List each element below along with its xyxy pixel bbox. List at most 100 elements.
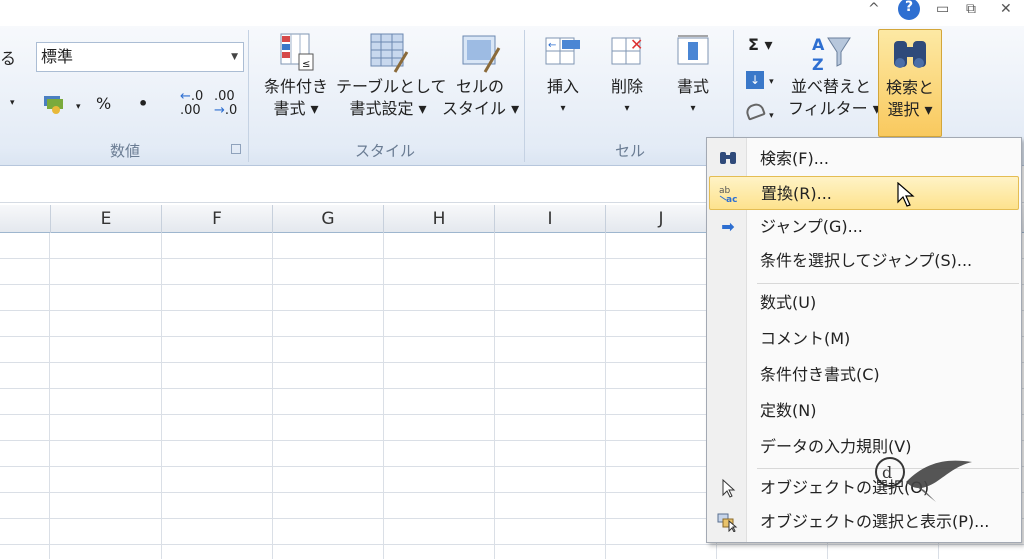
menu-item-label: 条件付き書式(C) xyxy=(760,365,880,384)
group-divider xyxy=(524,30,525,162)
table-style-icon xyxy=(367,32,409,76)
format-cells-icon xyxy=(672,32,714,76)
svg-text:✕: ✕ xyxy=(630,35,643,54)
delete-cells-label: 削除 xyxy=(610,77,643,96)
decrease-decimal-button[interactable]: .00 →.0 xyxy=(214,90,237,118)
format-cells-label: 書式 xyxy=(676,77,709,96)
decrease-decimal-label: .00 xyxy=(214,89,235,104)
accounting-format-button[interactable] xyxy=(42,92,72,116)
cell-styles-label-2: スタイル ▾ xyxy=(442,99,520,118)
number-format-select[interactable]: 標準 ▼ xyxy=(36,42,244,72)
column-header-f[interactable]: F xyxy=(161,205,272,233)
grid-line xyxy=(272,233,273,559)
clear-button[interactable]: ▾ xyxy=(744,101,782,127)
delete-cells-button[interactable]: ✕ 削除 ▾ xyxy=(598,32,656,120)
menu-item-replace[interactable]: ab ac 置換(R)... xyxy=(709,176,1019,210)
percent-button[interactable]: % xyxy=(96,93,111,115)
cell-styles-button[interactable]: セルの スタイル ▾ xyxy=(442,32,520,120)
fill-button[interactable]: ↓ ▾ xyxy=(746,68,782,93)
comma-style-button[interactable]: • xyxy=(138,93,148,115)
insert-cells-button[interactable]: ← 挿入 ▾ xyxy=(534,32,592,120)
column-header-e[interactable]: E xyxy=(50,205,161,233)
eraser-icon xyxy=(744,101,766,121)
format-as-table-label-1: テーブルとして xyxy=(336,77,447,96)
menu-item-label: 置換(R)... xyxy=(761,184,832,203)
binoculars-icon xyxy=(889,33,931,77)
menu-item-formulas[interactable]: 数式(U) xyxy=(709,286,1019,320)
menu-item-conditional-formatting[interactable]: 条件付き書式(C) xyxy=(709,358,1019,392)
format-cells-button[interactable]: 書式 ▾ xyxy=(664,32,722,120)
cell-styles-icon xyxy=(459,32,501,76)
currency-icon xyxy=(44,96,63,114)
number-group-label: 数値 xyxy=(109,142,140,160)
menu-separator xyxy=(757,283,1019,284)
svg-text:←: ← xyxy=(548,40,556,51)
delete-dropdown-icon[interactable]: ▾ xyxy=(598,98,656,120)
number-dialog-launcher-icon[interactable] xyxy=(231,144,241,154)
grid-line xyxy=(383,233,384,559)
format-as-table-button[interactable]: テーブルとして 書式設定 ▾ xyxy=(336,32,447,120)
minimize-window-icon[interactable]: ▭ xyxy=(936,0,949,18)
sort-filter-button[interactable]: A Z 並べ替えと フィルター ▾ xyxy=(788,32,881,120)
format-dropdown-icon[interactable]: ▾ xyxy=(664,98,722,120)
menu-item-label: 数式(U) xyxy=(760,293,817,312)
find-select-label-2: 選択 ▾ xyxy=(887,100,933,119)
select-objects-icon xyxy=(717,478,739,498)
menu-item-label: コメント(M) xyxy=(760,329,851,348)
menu-item-comments[interactable]: コメント(M) xyxy=(709,322,1019,356)
increase-decimal-label: .00 xyxy=(180,103,201,118)
close-window-icon[interactable]: ✕ xyxy=(1000,0,1012,18)
cells-group-label: セル xyxy=(614,142,645,160)
svg-text:Z: Z xyxy=(812,55,824,74)
column-header-j[interactable]: J xyxy=(605,205,716,233)
help-icon[interactable]: ? xyxy=(898,0,920,20)
fill-down-icon: ↓ xyxy=(746,71,764,89)
cell-styles-label-1: セルの xyxy=(455,77,504,96)
binoculars-icon xyxy=(717,149,739,169)
conditional-format-label-1: 条件付き xyxy=(263,77,328,96)
menu-item-goto[interactable]: ➡ ジャンプ(G)... xyxy=(709,210,1019,244)
column-header-g[interactable]: G xyxy=(272,205,383,233)
clear-dropdown-icon[interactable]: ▾ xyxy=(769,111,774,121)
selection-pane-icon xyxy=(717,512,739,533)
arrow-right-icon: ➡ xyxy=(721,217,735,236)
grid-line xyxy=(161,233,162,559)
menu-item-goto-special[interactable]: 条件を選択してジャンプ(S)... xyxy=(709,244,1019,278)
sort-filter-icon: A Z xyxy=(810,32,852,76)
conditional-format-button[interactable]: ≤ 条件付き 書式 ▾ xyxy=(258,32,334,120)
group-divider xyxy=(248,30,249,162)
chevron-down-icon[interactable]: ▼ xyxy=(231,43,238,71)
watermark-logo-icon: d xyxy=(866,452,976,516)
ribbon-minimize-icon[interactable]: ^ xyxy=(868,0,880,18)
left-dropdown-arrow-icon[interactable]: ▾ xyxy=(10,92,15,114)
find-select-label-1: 検索と xyxy=(885,78,934,97)
accounting-dropdown-icon[interactable]: ▾ xyxy=(76,96,81,118)
restore-window-icon[interactable]: ⧉ xyxy=(966,0,976,18)
grid-line xyxy=(494,233,495,559)
insert-dropdown-icon[interactable]: ▾ xyxy=(534,98,592,120)
insert-cells-icon: ← xyxy=(542,32,584,76)
svg-text:ac: ac xyxy=(726,195,737,204)
find-select-button[interactable]: 検索と 選択 ▾ xyxy=(878,29,942,137)
mouse-cursor-icon xyxy=(896,181,916,212)
style-group-label: スタイル xyxy=(354,142,415,160)
menu-item-label: ジャンプ(G)... xyxy=(760,217,863,236)
menu-item-constants[interactable]: 定数(N) xyxy=(709,394,1019,428)
autosum-button[interactable]: Σ ▾ xyxy=(748,34,773,56)
number-format-value: 標準 xyxy=(41,47,74,66)
delete-cells-icon: ✕ xyxy=(606,32,648,76)
menu-item-find[interactable]: 検索(F)... xyxy=(709,142,1019,176)
menu-item-label: 検索(F)... xyxy=(760,149,829,168)
svg-text:A: A xyxy=(812,35,825,54)
conditional-format-icon: ≤ xyxy=(275,32,317,76)
column-header-i[interactable]: I xyxy=(494,205,605,233)
increase-decimal-button[interactable]: ←.0 .00 xyxy=(180,90,203,118)
sort-filter-label-1: 並べ替えと xyxy=(790,77,871,96)
replace-icon: ab ac xyxy=(718,184,740,205)
menu-item-label: 定数(N) xyxy=(760,401,817,420)
fill-dropdown-icon[interactable]: ▾ xyxy=(769,77,774,87)
ribbon-cut-label: る xyxy=(0,49,17,68)
svg-text:≤: ≤ xyxy=(302,59,310,70)
title-bar: ^ ? ▭ ⧉ ✕ xyxy=(0,0,1024,26)
column-header-h[interactable]: H xyxy=(383,205,494,233)
